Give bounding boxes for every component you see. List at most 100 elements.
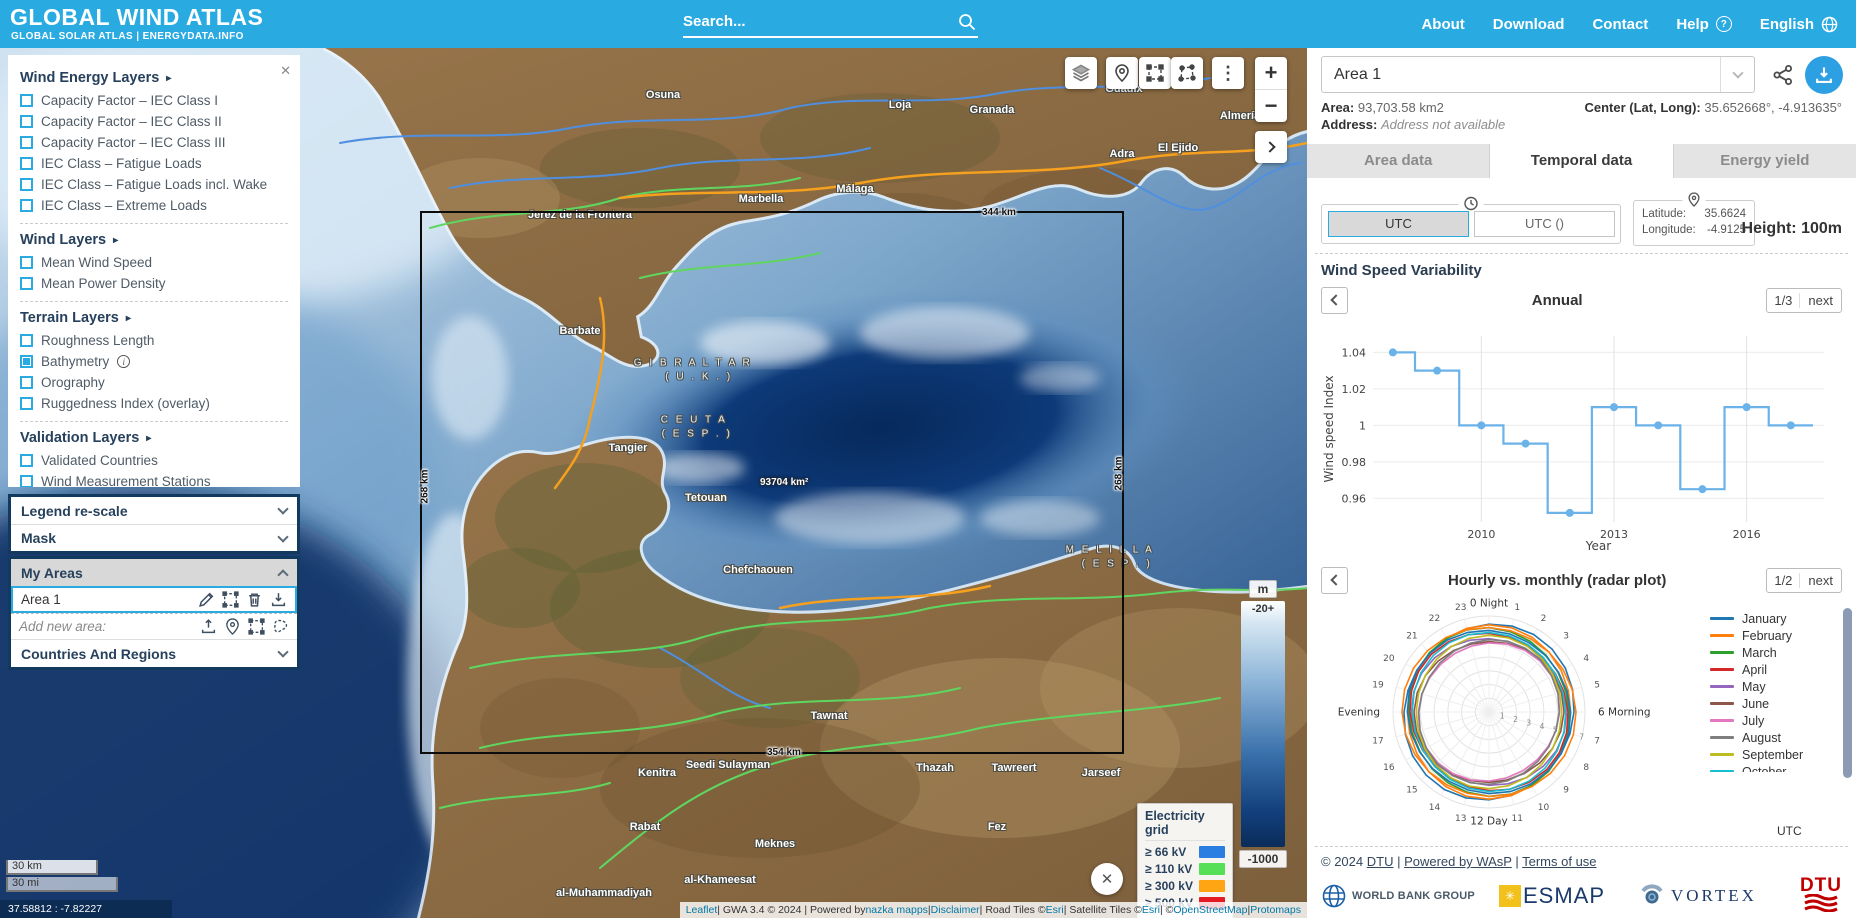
- layer-item[interactable]: Mean Power Density: [20, 273, 288, 294]
- chevron-left-icon: [1330, 574, 1341, 585]
- layer-checkbox[interactable]: [20, 277, 33, 290]
- download-area-icon[interactable]: [270, 591, 287, 608]
- attribution-link[interactable]: Protomaps: [1250, 904, 1301, 916]
- area-row[interactable]: Area 1: [11, 586, 297, 613]
- nav-language[interactable]: English: [1760, 16, 1838, 33]
- nav-contact[interactable]: Contact: [1592, 16, 1648, 33]
- nav-help[interactable]: Help?: [1676, 16, 1732, 33]
- layer-checkbox[interactable]: [20, 115, 33, 128]
- area-selection-rectangle[interactable]: 344 km 354 km 268 km 268 km 93704 km²: [420, 211, 1124, 754]
- nav-download[interactable]: Download: [1493, 16, 1565, 33]
- radar-pager[interactable]: 1/2 next: [1766, 568, 1842, 593]
- center-stat-label: Center (Lat, Long):: [1584, 100, 1700, 115]
- draw-polygon-button[interactable]: [1171, 57, 1203, 89]
- freehand-area-icon[interactable]: [272, 618, 289, 635]
- download-report-button[interactable]: [1805, 56, 1843, 94]
- attribution-link[interactable]: Leaflet: [686, 904, 718, 916]
- layer-item[interactable]: IEC Class – Extreme Loads: [20, 195, 288, 216]
- layer-checkbox[interactable]: [20, 397, 33, 410]
- layer-item[interactable]: Wind Measurement Stations: [20, 471, 288, 487]
- layer-checkbox[interactable]: [20, 136, 33, 149]
- radar-legend-item: March: [1710, 644, 1842, 661]
- attribution-link[interactable]: Esri: [1046, 904, 1064, 916]
- mask-toggle[interactable]: Mask: [11, 524, 297, 551]
- attribution-link[interactable]: Esri: [1142, 904, 1160, 916]
- layer-item[interactable]: Validated Countries: [20, 450, 288, 471]
- upload-area-icon[interactable]: [200, 618, 217, 635]
- search-input[interactable]: [683, 8, 945, 34]
- close-legend-button[interactable]: ✕: [1091, 863, 1123, 895]
- layer-item[interactable]: Capacity Factor – IEC Class I: [20, 90, 288, 111]
- map-more-options-button[interactable]: ⋮: [1212, 57, 1244, 89]
- layer-checkbox[interactable]: [20, 334, 33, 347]
- layer-checkbox[interactable]: [20, 256, 33, 269]
- utc-local-button[interactable]: UTC (): [1474, 211, 1615, 237]
- legend-rescale-toggle[interactable]: Legend re-scale: [11, 497, 297, 524]
- share-button[interactable]: [1771, 63, 1795, 87]
- utc-button[interactable]: UTC: [1328, 211, 1469, 237]
- layer-item[interactable]: Orography: [20, 372, 288, 393]
- layer-section-header[interactable]: Wind Energy Layers▸: [20, 70, 288, 86]
- layer-item[interactable]: Bathymetryi: [20, 351, 288, 372]
- radar-next-button[interactable]: next: [1800, 573, 1841, 588]
- zoom-out-button[interactable]: −: [1255, 90, 1287, 122]
- layer-section-header[interactable]: Terrain Layers▸: [20, 301, 288, 326]
- tab-temporal-data[interactable]: Temporal data: [1490, 144, 1673, 178]
- select-area-icon[interactable]: [222, 591, 239, 608]
- layer-checkbox[interactable]: [20, 94, 33, 107]
- annual-next-button[interactable]: next: [1800, 293, 1841, 308]
- layer-item[interactable]: Capacity Factor – IEC Class III: [20, 132, 288, 153]
- attribution-link[interactable]: OpenStreetMap: [1173, 904, 1247, 916]
- layer-item[interactable]: Roughness Length: [20, 330, 288, 351]
- annual-pager[interactable]: 1/3 next: [1766, 288, 1842, 313]
- layer-checkbox[interactable]: [20, 199, 33, 212]
- rectangle-area-icon[interactable]: [248, 618, 265, 635]
- countries-regions-toggle[interactable]: Countries And Regions: [11, 640, 297, 667]
- close-icon[interactable]: ✕: [280, 63, 291, 79]
- layer-item[interactable]: IEC Class – Fatigue Loads incl. Wake: [20, 174, 288, 195]
- radar-legend-item: June: [1710, 695, 1842, 712]
- svg-text:11: 11: [1511, 814, 1522, 824]
- nav-about[interactable]: About: [1421, 16, 1464, 33]
- layer-checkbox[interactable]: [20, 355, 33, 368]
- basemap-layers-button[interactable]: [1065, 57, 1097, 89]
- radar-prev-button[interactable]: [1321, 567, 1348, 594]
- annual-prev-button[interactable]: [1321, 287, 1348, 314]
- layer-checkbox[interactable]: [20, 454, 33, 467]
- attribution-link[interactable]: Disclaimer: [931, 904, 980, 916]
- center-stat-value: 35.652668°, -4.913635°: [1704, 100, 1842, 115]
- layer-item[interactable]: Capacity Factor – IEC Class II: [20, 111, 288, 132]
- layer-item[interactable]: IEC Class – Fatigue Loads: [20, 153, 288, 174]
- selection-right-length: 268 km: [1114, 457, 1125, 491]
- layer-section-header[interactable]: Wind Layers▸: [20, 223, 288, 248]
- layer-checkbox[interactable]: [20, 475, 33, 487]
- dtu-link[interactable]: DTU: [1367, 854, 1394, 869]
- layer-section-header[interactable]: Validation Layers▸: [20, 421, 288, 446]
- attribution-link[interactable]: nazka mapps: [865, 904, 927, 916]
- panel-collapse-button[interactable]: [1255, 131, 1287, 163]
- tab-area-data[interactable]: Area data: [1307, 144, 1490, 178]
- pin-area-icon[interactable]: [224, 618, 241, 635]
- wasp-link[interactable]: Powered by WAsP: [1404, 854, 1512, 869]
- tab-energy-yield[interactable]: Energy yield: [1674, 144, 1856, 178]
- drop-pin-button[interactable]: [1106, 57, 1138, 89]
- area-select[interactable]: Area 1: [1321, 56, 1755, 93]
- chevron-down-icon: [277, 503, 288, 514]
- info-icon[interactable]: i: [117, 355, 130, 368]
- layer-checkbox[interactable]: [20, 157, 33, 170]
- zoom-in-button[interactable]: +: [1255, 57, 1287, 89]
- layer-checkbox[interactable]: [20, 376, 33, 389]
- my-areas-toggle[interactable]: My Areas: [11, 559, 297, 586]
- area-stat-label: Area:: [1321, 100, 1354, 115]
- layer-item[interactable]: Ruggedness Index (overlay): [20, 393, 288, 414]
- layer-checkbox[interactable]: [20, 178, 33, 191]
- panel-scrollbar[interactable]: [1843, 608, 1852, 778]
- draw-rectangle-button[interactable]: [1139, 57, 1171, 89]
- terms-link[interactable]: Terms of use: [1522, 854, 1596, 869]
- edit-area-icon[interactable]: [198, 591, 215, 608]
- radar-legend-item: February: [1710, 627, 1842, 644]
- delete-area-icon[interactable]: [246, 591, 263, 608]
- legend-line-swatch: [1710, 702, 1734, 705]
- map-place-label: Rabat: [630, 821, 661, 833]
- layer-item[interactable]: Mean Wind Speed: [20, 252, 288, 273]
